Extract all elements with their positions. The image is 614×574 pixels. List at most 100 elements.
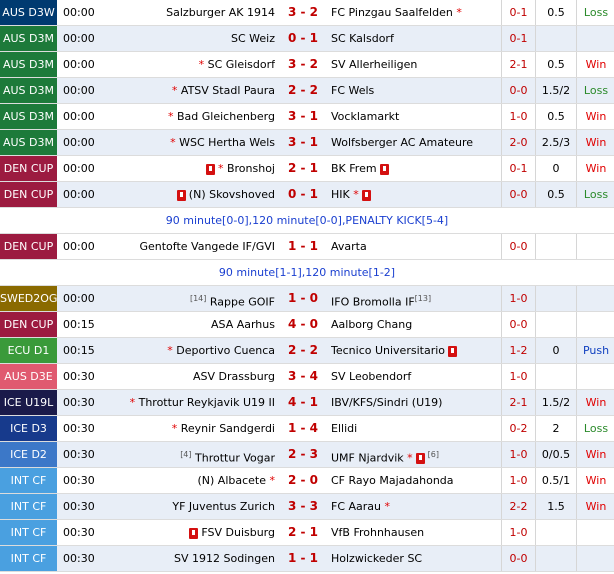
league-badge[interactable]: ICE D3 bbox=[0, 416, 57, 441]
score[interactable]: 3 - 4 bbox=[278, 364, 328, 389]
match-row[interactable]: ICE D2 00:30 [4] Throttur Vogar 2 - 3 UMF Nj… bbox=[0, 442, 614, 468]
score[interactable]: 2 - 3 bbox=[278, 442, 328, 467]
away-team[interactable]: FC Pinzgau Saalfelden * bbox=[331, 0, 501, 25]
home-team[interactable]: Salzburger AK 1914 bbox=[106, 0, 275, 25]
score[interactable]: 4 - 1 bbox=[278, 390, 328, 415]
score[interactable]: 2 - 2 bbox=[278, 338, 328, 363]
away-team[interactable]: SC Kalsdorf bbox=[331, 26, 501, 51]
league-badge[interactable]: INT CF bbox=[0, 520, 57, 545]
away-team[interactable]: BK Frem bbox=[331, 156, 501, 181]
league-badge[interactable]: AUS D3M bbox=[0, 130, 57, 155]
match-row[interactable]: INT CF 00:30 FSV Duisburg 2 - 1 VfB Frohnhau… bbox=[0, 520, 614, 546]
match-row[interactable]: DEN CUP 00:00 (N) Skovshoved 0 - 1 HIK * 0-0 0… bbox=[0, 182, 614, 208]
away-team[interactable]: Ellidi bbox=[331, 416, 501, 441]
home-team[interactable]: * Deportivo Cuenca bbox=[106, 338, 275, 363]
league-badge[interactable]: DEN CUP bbox=[0, 234, 57, 259]
league-badge[interactable]: INT CF bbox=[0, 468, 57, 493]
match-row[interactable]: AUS D3M 00:00 * ATSV Stadl Paura 2 - 2 FC We… bbox=[0, 78, 614, 104]
score[interactable]: 3 - 3 bbox=[278, 494, 328, 519]
league-badge[interactable]: ICE U19L bbox=[0, 390, 57, 415]
match-row[interactable]: ECU D1 00:15 * Deportivo Cuenca 2 - 2 Tecnic… bbox=[0, 338, 614, 364]
score[interactable]: 2 - 1 bbox=[278, 156, 328, 181]
league-badge[interactable]: DEN CUP bbox=[0, 156, 57, 181]
match-row[interactable]: AUS D3M 00:00 * WSC Hertha Wels 3 - 1 Wolfsb… bbox=[0, 130, 614, 156]
match-row[interactable]: DEN CUP 00:00 Gentofte Vangede IF/GVI 1 - 1… bbox=[0, 234, 614, 260]
match-row[interactable]: AUS D3W 00:00 Salzburger AK 1914 3 - 2 FC Pi… bbox=[0, 0, 614, 26]
away-team[interactable]: HIK * bbox=[331, 182, 501, 207]
home-team[interactable]: Gentofte Vangede IF/GVI bbox=[106, 234, 275, 259]
away-team[interactable]: Tecnico Universitario bbox=[331, 338, 501, 363]
home-team[interactable]: * Reynir Sandgerdi bbox=[106, 416, 275, 441]
away-team[interactable]: IFO Bromolla IF[13] bbox=[331, 286, 501, 311]
home-team[interactable]: * Throttur Reykjavik U19 II bbox=[106, 390, 275, 415]
home-team[interactable]: FSV Duisburg bbox=[106, 520, 275, 545]
league-badge[interactable]: DEN CUP bbox=[0, 182, 57, 207]
score[interactable]: 3 - 2 bbox=[278, 0, 328, 25]
score[interactable]: 1 - 4 bbox=[278, 416, 328, 441]
home-team[interactable]: [4] Throttur Vogar bbox=[106, 442, 275, 467]
league-badge[interactable]: AUS D3M bbox=[0, 52, 57, 77]
league-badge[interactable]: INT CF bbox=[0, 494, 57, 519]
league-badge[interactable]: INT CF bbox=[0, 546, 57, 571]
league-badge[interactable]: DEN CUP bbox=[0, 312, 57, 337]
home-team[interactable]: * ATSV Stadl Paura bbox=[106, 78, 275, 103]
league-badge[interactable]: SWED2OG bbox=[0, 286, 57, 311]
home-team[interactable]: ASV Drassburg bbox=[106, 364, 275, 389]
league-badge[interactable]: ECU D1 bbox=[0, 338, 57, 363]
home-team[interactable]: * Bronshoj bbox=[106, 156, 275, 181]
score[interactable]: 0 - 1 bbox=[278, 182, 328, 207]
away-team[interactable]: Holzwickeder SC bbox=[331, 546, 501, 571]
match-row[interactable]: DEN CUP 00:15 ASA Aarhus 4 - 0 Aalborg Chang… bbox=[0, 312, 614, 338]
home-team[interactable]: YF Juventus Zurich bbox=[106, 494, 275, 519]
league-badge[interactable]: AUS D3E bbox=[0, 364, 57, 389]
away-team[interactable]: SV Allerheiligen bbox=[331, 52, 501, 77]
score[interactable]: 2 - 2 bbox=[278, 78, 328, 103]
match-row[interactable]: ICE U19L 00:30 * Throttur Reykjavik U19 II… bbox=[0, 390, 614, 416]
away-team[interactable]: IBV/KFS/Sindri (U19) bbox=[331, 390, 501, 415]
match-row[interactable]: ICE D3 00:30 * Reynir Sandgerdi 1 - 4 Ellidi… bbox=[0, 416, 614, 442]
away-team[interactable]: CF Rayo Majadahonda bbox=[331, 468, 501, 493]
home-team[interactable]: ASA Aarhus bbox=[106, 312, 275, 337]
home-team[interactable]: * WSC Hertha Wels bbox=[106, 130, 275, 155]
match-row[interactable]: INT CF 00:30 YF Juventus Zurich 3 - 3 FC Aar… bbox=[0, 494, 614, 520]
match-row[interactable]: AUS D3M 00:00 * SC Gleisdorf 3 - 2 SV Allerh… bbox=[0, 52, 614, 78]
match-row[interactable]: INT CF 00:30 SV 1912 Sodingen 1 - 1 Holzwick… bbox=[0, 546, 614, 572]
away-team[interactable]: SV Leobendorf bbox=[331, 364, 501, 389]
score[interactable]: 4 - 0 bbox=[278, 312, 328, 337]
home-team[interactable]: (N) Albacete * bbox=[106, 468, 275, 493]
score[interactable]: 1 - 1 bbox=[278, 546, 328, 571]
match-row[interactable]: AUS D3M 00:00 SC Weiz 0 - 1 SC Kalsdorf 0-1 bbox=[0, 26, 614, 52]
score[interactable]: 1 - 0 bbox=[278, 286, 328, 311]
home-team[interactable]: SV 1912 Sodingen bbox=[106, 546, 275, 571]
match-row[interactable]: SWED2OG 00:00 [14] Rappe GOIF 1 - 0 IFO Brom… bbox=[0, 286, 614, 312]
away-team[interactable]: FC Aarau * bbox=[331, 494, 501, 519]
score[interactable]: 1 - 1 bbox=[278, 234, 328, 259]
league-badge[interactable]: AUS D3M bbox=[0, 26, 57, 51]
home-team[interactable]: SC Weiz bbox=[106, 26, 275, 51]
home-team[interactable]: (N) Skovshoved bbox=[106, 182, 275, 207]
away-team[interactable]: Vocklamarkt bbox=[331, 104, 501, 129]
away-team[interactable]: Avarta bbox=[331, 234, 501, 259]
league-badge[interactable]: AUS D3W bbox=[0, 0, 57, 25]
score[interactable]: 2 - 1 bbox=[278, 520, 328, 545]
league-badge[interactable]: ICE D2 bbox=[0, 442, 57, 467]
league-badge[interactable]: AUS D3M bbox=[0, 104, 57, 129]
score[interactable]: 3 - 2 bbox=[278, 52, 328, 77]
score[interactable]: 3 - 1 bbox=[278, 130, 328, 155]
away-team[interactable]: Wolfsberger AC Amateure bbox=[331, 130, 501, 155]
match-row[interactable]: INT CF 00:30 (N) Albacete * 2 - 0 CF Rayo Ma… bbox=[0, 468, 614, 494]
match-row[interactable]: AUS D3M 00:00 * Bad Gleichenberg 3 - 1 Vockl… bbox=[0, 104, 614, 130]
score[interactable]: 0 - 1 bbox=[278, 26, 328, 51]
score[interactable]: 3 - 1 bbox=[278, 104, 328, 129]
home-team[interactable]: [14] Rappe GOIF bbox=[106, 286, 275, 311]
home-team[interactable]: * SC Gleisdorf bbox=[106, 52, 275, 77]
league-badge[interactable]: AUS D3M bbox=[0, 78, 57, 103]
away-team[interactable]: UMF Njardvik * [6] bbox=[331, 442, 501, 467]
away-team[interactable]: Aalborg Chang bbox=[331, 312, 501, 337]
away-team[interactable]: FC Wels bbox=[331, 78, 501, 103]
match-row[interactable]: DEN CUP 00:00 * Bronshoj 2 - 1 BK Frem 0-1 0 Wi… bbox=[0, 156, 614, 182]
score[interactable]: 2 - 0 bbox=[278, 468, 328, 493]
match-row[interactable]: AUS D3E 00:30 ASV Drassburg 3 - 4 SV Leobend… bbox=[0, 364, 614, 390]
away-team[interactable]: VfB Frohnhausen bbox=[331, 520, 501, 545]
home-team[interactable]: * Bad Gleichenberg bbox=[106, 104, 275, 129]
